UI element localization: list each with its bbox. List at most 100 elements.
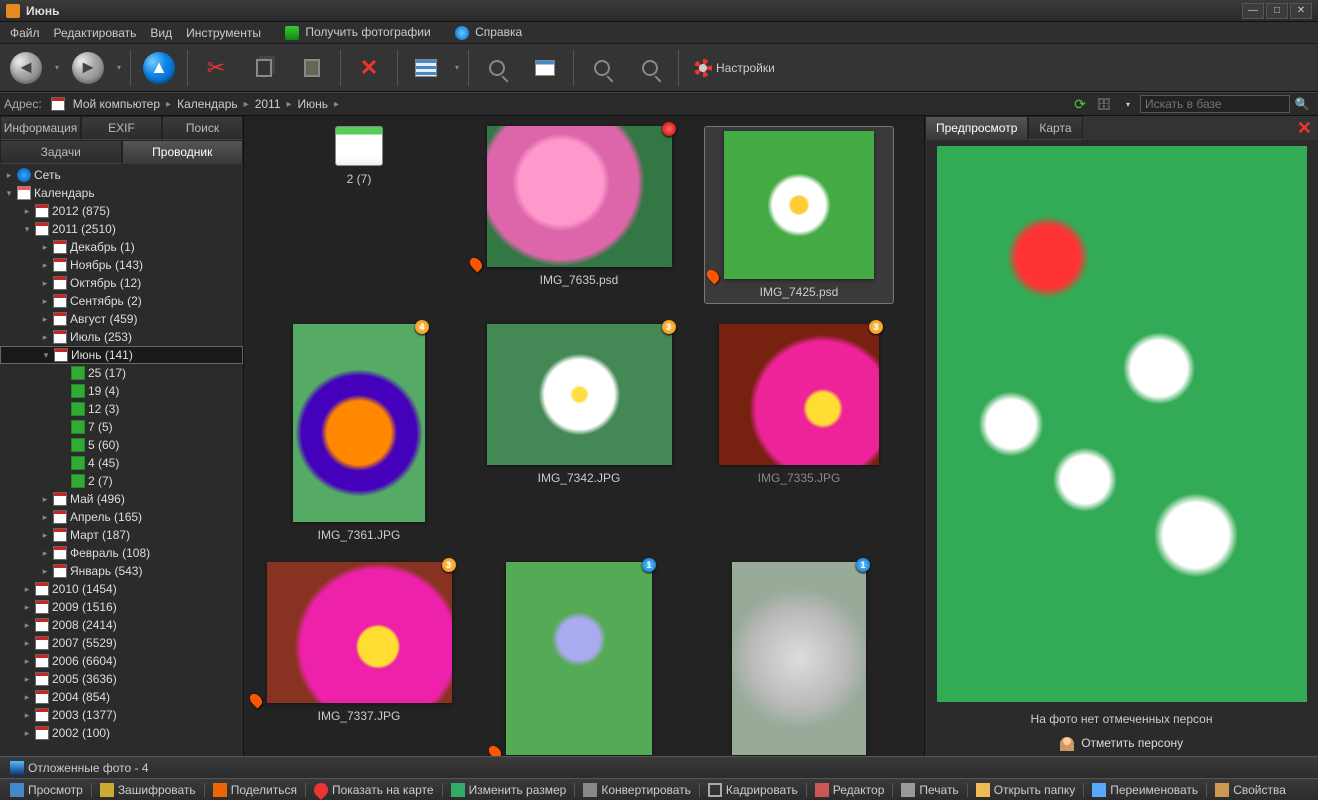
tree-node-y2005[interactable]: ▸2005 (3636) — [0, 670, 243, 688]
expand-icon[interactable]: ▸ — [40, 530, 50, 541]
tree-node-y2002[interactable]: ▸2002 (100) — [0, 724, 243, 742]
tree-node-d5[interactable]: 5 (60) — [0, 436, 243, 454]
btn-resize[interactable]: Изменить размер — [445, 781, 573, 799]
menu-file[interactable]: Файл — [4, 24, 46, 42]
refresh-button[interactable]: ⟳ — [1071, 95, 1089, 113]
thumb-6[interactable]: 3IMG_7337.JPG — [264, 562, 454, 756]
btn-open-folder[interactable]: Открыть папку — [970, 781, 1082, 799]
breadcrumb-3[interactable]: Июнь — [294, 95, 333, 113]
expand-icon[interactable]: ▸ — [22, 674, 32, 685]
expand-icon[interactable]: ▸ — [40, 314, 50, 325]
tab-info[interactable]: Информация — [0, 116, 81, 140]
tree-node-y2003[interactable]: ▸2003 (1377) — [0, 706, 243, 724]
tab-exif[interactable]: EXIF — [81, 116, 162, 140]
thumbnail-view[interactable]: 2 (7)IMG_7635.psdIMG_7425.psd 4IMG_7361.J… — [244, 116, 924, 756]
tree-node-y2004[interactable]: ▸2004 (854) — [0, 688, 243, 706]
expand-icon[interactable]: ▸ — [40, 332, 50, 343]
menu-tools[interactable]: Инструменты — [180, 24, 267, 42]
tree-node-d2[interactable]: 2 (7) — [0, 472, 243, 490]
expand-icon[interactable]: ▸ — [40, 512, 50, 523]
expand-icon[interactable]: ▸ — [4, 170, 14, 181]
tree-view[interactable]: ▸Сеть▾Календарь▸2012 (875)▾2011 (2510)▸Д… — [0, 164, 243, 756]
tree-node-calendar[interactable]: ▾Календарь — [0, 184, 243, 202]
expand-icon[interactable]: ▸ — [22, 584, 32, 595]
tag-person-button[interactable]: Отметить персону — [925, 730, 1318, 756]
tree-node-y2011[interactable]: ▾2011 (2510) — [0, 220, 243, 238]
expand-icon[interactable]: ▸ — [22, 638, 32, 649]
back-dropdown[interactable]: ▾ — [52, 63, 62, 72]
btn-print[interactable]: Печать — [895, 781, 964, 799]
tab-preview[interactable]: Предпросмотр — [925, 116, 1028, 140]
tree-node-dec[interactable]: ▸Декабрь (1) — [0, 238, 243, 256]
menu-get-photos[interactable]: Получить фотографии — [279, 23, 437, 42]
thumb-3[interactable]: 4IMG_7361.JPG — [264, 324, 454, 542]
expand-icon[interactable]: ▸ — [40, 548, 50, 559]
thumb-4[interactable]: 3IMG_7342.JPG — [484, 324, 674, 542]
btn-share[interactable]: Поделиться — [207, 781, 303, 799]
btn-props[interactable]: Свойства — [1209, 781, 1292, 799]
menu-edit[interactable]: Редактировать — [48, 24, 143, 42]
btn-editor[interactable]: Редактор — [809, 781, 891, 799]
expand-icon[interactable]: ▸ — [40, 278, 50, 289]
tree-node-y2008[interactable]: ▸2008 (2414) — [0, 616, 243, 634]
expand-icon[interactable]: ▸ — [22, 656, 32, 667]
tree-node-apr[interactable]: ▸Апрель (165) — [0, 508, 243, 526]
tree-node-y2009[interactable]: ▸2009 (1516) — [0, 598, 243, 616]
expand-icon[interactable]: ▾ — [4, 188, 14, 199]
tree-node-nov[interactable]: ▸Ноябрь (143) — [0, 256, 243, 274]
thumb-1[interactable]: IMG_7635.psd — [484, 126, 674, 304]
tree-node-d12[interactable]: 12 (3) — [0, 400, 243, 418]
search-button[interactable]: 🔍 — [1293, 95, 1311, 113]
tab-map[interactable]: Карта — [1028, 116, 1082, 140]
tree-node-network[interactable]: ▸Сеть — [0, 166, 243, 184]
expand-icon[interactable]: ▸ — [22, 728, 32, 739]
tree-node-jan[interactable]: ▸Январь (543) — [0, 562, 243, 580]
expand-icon[interactable]: ▸ — [40, 566, 50, 577]
tab-search[interactable]: Поиск — [162, 116, 243, 140]
tree-node-aug[interactable]: ▸Август (459) — [0, 310, 243, 328]
btn-encrypt[interactable]: Зашифровать — [94, 781, 202, 799]
thumb-5[interactable]: 3IMG_7335.JPG — [704, 324, 894, 542]
view-mode-button[interactable] — [404, 48, 448, 88]
expand-icon[interactable]: ▸ — [40, 260, 50, 271]
minimize-button[interactable]: — — [1242, 3, 1264, 19]
tree-node-jun[interactable]: ▾Июнь (141) — [0, 346, 243, 364]
view-mode-dropdown[interactable]: ▾ — [452, 63, 462, 72]
copy-button[interactable] — [242, 48, 286, 88]
zoom-in-button[interactable] — [580, 48, 624, 88]
tree-node-y2007[interactable]: ▸2007 (5529) — [0, 634, 243, 652]
expand-icon[interactable]: ▸ — [22, 710, 32, 721]
tab-tasks[interactable]: Задачи — [0, 140, 122, 164]
tree-node-y2010[interactable]: ▸2010 (1454) — [0, 580, 243, 598]
tree-node-d7[interactable]: 7 (5) — [0, 418, 243, 436]
tree-node-may[interactable]: ▸Май (496) — [0, 490, 243, 508]
thumb-7[interactable]: 1img_7979.jpg — [484, 562, 674, 756]
btn-show-map[interactable]: Показать на карте — [308, 781, 440, 799]
cut-button[interactable]: ✂ — [194, 48, 238, 88]
breadcrumb-2[interactable]: 2011 — [251, 95, 285, 113]
thumb-0[interactable]: 2 (7) — [264, 126, 454, 304]
thumb-8[interactable]: 1img_4117.psd — [704, 562, 894, 756]
preview-image[interactable] — [937, 146, 1307, 702]
breadcrumb-1[interactable]: Календарь — [173, 95, 242, 113]
tree-node-jul[interactable]: ▸Июль (253) — [0, 328, 243, 346]
tab-explorer[interactable]: Проводник — [122, 140, 244, 164]
expand-icon[interactable]: ▸ — [22, 620, 32, 631]
search-input[interactable] — [1140, 95, 1290, 113]
breadcrumb-0[interactable]: Мой компьютер — [69, 95, 164, 113]
tree-node-d4[interactable]: 4 (45) — [0, 454, 243, 472]
tree-node-oct[interactable]: ▸Октябрь (12) — [0, 274, 243, 292]
zoom-out-button[interactable] — [628, 48, 672, 88]
thumb-2[interactable]: IMG_7425.psd — [704, 126, 894, 304]
deferred-photos[interactable]: Отложенные фото - 4 — [4, 759, 155, 777]
back-button[interactable]: ◄ — [4, 48, 48, 88]
tree-node-y2006[interactable]: ▸2006 (6604) — [0, 652, 243, 670]
expand-icon[interactable]: ▸ — [22, 602, 32, 613]
expand-icon[interactable]: ▸ — [22, 692, 32, 703]
close-preview-button[interactable]: ✕ — [1291, 118, 1318, 139]
expand-icon[interactable]: ▸ — [40, 296, 50, 307]
db-dropdown[interactable]: ▾ — [1119, 95, 1137, 113]
btn-view[interactable]: Просмотр — [4, 781, 89, 799]
expand-icon[interactable]: ▸ — [40, 242, 50, 253]
forward-button[interactable]: ► — [66, 48, 110, 88]
